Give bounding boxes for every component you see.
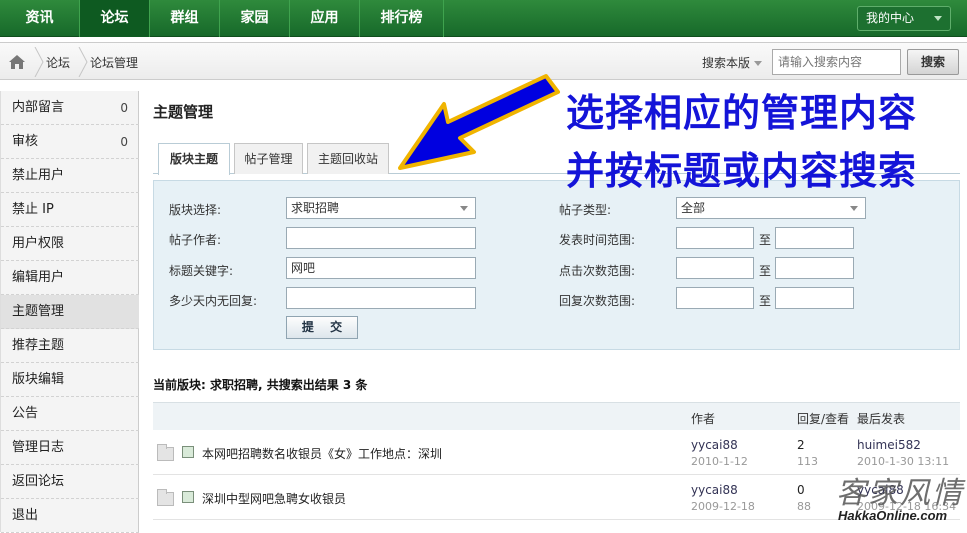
forum-select-label: 版块选择: bbox=[169, 203, 222, 217]
submit-button[interactable]: 提 交 bbox=[286, 316, 358, 339]
chevron-down-icon bbox=[460, 206, 468, 211]
count-badge: 0 bbox=[120, 135, 128, 149]
clicks-range-to-input[interactable] bbox=[775, 257, 854, 279]
annotation-arrow-icon bbox=[398, 74, 560, 170]
tab-topic-recycle-bin[interactable]: 主题回收站 bbox=[307, 143, 389, 174]
sidebar-item-user-permissions[interactable]: 用户权限 bbox=[1, 227, 139, 261]
reply-count: 0 bbox=[797, 483, 805, 497]
chevron-down-icon bbox=[754, 61, 763, 66]
column-author: 作者 bbox=[691, 412, 716, 426]
post-date: 2010-1-12 bbox=[691, 455, 748, 468]
author-label: 帖子作者: bbox=[169, 233, 222, 247]
folder-icon bbox=[157, 444, 174, 461]
nav-item-groups[interactable]: 群组 bbox=[150, 0, 220, 37]
last-poster-link[interactable]: huimei582 bbox=[857, 438, 921, 452]
top-nav: 资讯 论坛 群组 家园 应用 排行榜 我的中心 bbox=[0, 0, 967, 37]
post-type-value: 全部 bbox=[681, 201, 706, 215]
search-scope-dropdown[interactable]: 搜索本版 bbox=[702, 54, 763, 71]
replies-range-from-input[interactable] bbox=[676, 287, 754, 309]
time-range-to-input[interactable] bbox=[775, 227, 854, 249]
column-replies-views: 回复/查看 bbox=[797, 412, 850, 426]
column-last-post: 最后发表 bbox=[857, 412, 906, 426]
page-title: 主题管理 bbox=[153, 103, 214, 121]
no-reply-days-input[interactable] bbox=[286, 287, 476, 309]
post-date: 2009-12-18 bbox=[691, 500, 755, 513]
folder-icon bbox=[157, 489, 174, 506]
watermark-logo: 客家风情 bbox=[836, 476, 964, 511]
search-input[interactable] bbox=[772, 49, 901, 75]
forum-select[interactable]: 求职招聘 bbox=[286, 197, 476, 219]
post-type-label: 帖子类型: bbox=[559, 203, 612, 217]
search-scope-label: 搜索本版 bbox=[702, 56, 751, 70]
range-to-label: 至 bbox=[759, 294, 772, 308]
topic-list-header: 作者 回复/查看 最后发表 bbox=[153, 402, 960, 430]
title-keyword-label: 标题关键字: bbox=[169, 264, 234, 278]
no-reply-days-label: 多少天内无回复: bbox=[169, 294, 258, 308]
home-icon[interactable] bbox=[6, 51, 28, 73]
title-keyword-input[interactable]: 网吧 bbox=[286, 257, 476, 279]
breadcrumb-separator-icon bbox=[34, 47, 44, 77]
clicks-range-label: 点击次数范围: bbox=[559, 264, 636, 278]
user-center-label: 我的中心 bbox=[866, 11, 915, 25]
range-to-label: 至 bbox=[759, 264, 772, 278]
sidebar-item-label: 内部留言 bbox=[12, 100, 65, 115]
nav-item-news[interactable]: 资讯 bbox=[0, 0, 80, 37]
row-checkbox[interactable] bbox=[182, 491, 194, 503]
chevron-down-icon bbox=[850, 206, 858, 211]
replies-range-label: 回复次数范围: bbox=[559, 294, 636, 308]
view-count: 113 bbox=[797, 455, 818, 468]
topic-title-link[interactable]: 本网吧招聘数名收银员《女》工作地点：深圳 bbox=[202, 445, 442, 462]
sidebar-item-edit-user[interactable]: 编辑用户 bbox=[1, 261, 139, 295]
search-result-summary: 当前版块: 求职招聘, 共搜索出结果 3 条 bbox=[153, 378, 368, 392]
sidebar-item-admin-log[interactable]: 管理日志 bbox=[1, 431, 139, 465]
sidebar-item-label: 审核 bbox=[12, 134, 39, 149]
sidebar-item-moderation[interactable]: 审核 0 bbox=[1, 125, 139, 159]
sidebar-item-back-to-forum[interactable]: 返回论坛 bbox=[1, 465, 139, 499]
view-count: 88 bbox=[797, 500, 811, 513]
forum-select-value: 求职招聘 bbox=[291, 201, 340, 215]
breadcrumb-forum[interactable]: 论坛 bbox=[46, 54, 70, 71]
sidebar-item-announcements[interactable]: 公告 bbox=[1, 397, 139, 431]
last-post-date[interactable]: 2010-1-30 13:11 bbox=[857, 455, 949, 468]
range-to-label: 至 bbox=[759, 233, 772, 247]
nav-item-home[interactable]: 家园 bbox=[220, 0, 290, 37]
breadcrumb-forum-admin: 论坛管理 bbox=[90, 56, 139, 70]
time-range-from-input[interactable] bbox=[676, 227, 754, 249]
author-input[interactable] bbox=[286, 227, 476, 249]
sidebar-item-internal-messages[interactable]: 内部留言 0 bbox=[1, 91, 139, 125]
clicks-range-from-input[interactable] bbox=[676, 257, 754, 279]
sidebar-item-ban-ip[interactable]: 禁止 IP bbox=[1, 193, 139, 227]
breadcrumb-separator-icon bbox=[78, 47, 88, 77]
count-badge: 0 bbox=[120, 101, 128, 115]
sidebar-item-recommend-topic[interactable]: 推荐主题 bbox=[1, 329, 139, 363]
sidebar-item-ban-user[interactable]: 禁止用户 bbox=[1, 159, 139, 193]
user-center-menu[interactable]: 我的中心 bbox=[857, 6, 951, 31]
sidebar-item-topic-management[interactable]: 主题管理 bbox=[1, 295, 139, 329]
tab-post-management[interactable]: 帖子管理 bbox=[234, 143, 303, 174]
annotation-line-1: 选择相应的管理内容 bbox=[566, 91, 918, 135]
nav-item-ranking[interactable]: 排行榜 bbox=[360, 0, 444, 37]
sidebar-item-logout[interactable]: 退出 bbox=[1, 499, 139, 533]
row-checkbox[interactable] bbox=[182, 446, 194, 458]
time-range-label: 发表时间范围: bbox=[559, 233, 636, 247]
tab-forum-topics[interactable]: 版块主题 bbox=[158, 143, 230, 175]
search-button[interactable]: 搜索 bbox=[907, 49, 959, 75]
chevron-down-icon bbox=[934, 16, 942, 21]
author-link[interactable]: yycai88 bbox=[691, 483, 738, 497]
watermark-url: HakkaOnline.com bbox=[838, 508, 948, 523]
admin-sidebar: 内部留言 0 审核 0 禁止用户 禁止 IP 用户权限 编辑用户 主题管理 推荐主题… bbox=[0, 91, 139, 533]
sidebar-item-forum-edit[interactable]: 版块编辑 bbox=[1, 363, 139, 397]
nav-item-forum[interactable]: 论坛 bbox=[80, 0, 150, 37]
replies-range-to-input[interactable] bbox=[775, 287, 854, 309]
nav-item-apps[interactable]: 应用 bbox=[290, 0, 360, 37]
topic-title-link[interactable]: 深圳中型网吧急聘女收银员 bbox=[202, 490, 346, 507]
post-type-select[interactable]: 全部 bbox=[676, 197, 866, 219]
author-link[interactable]: yycai88 bbox=[691, 438, 738, 452]
annotation-line-2: 并按标题或内容搜索 bbox=[566, 149, 918, 193]
reply-count: 2 bbox=[797, 438, 805, 452]
